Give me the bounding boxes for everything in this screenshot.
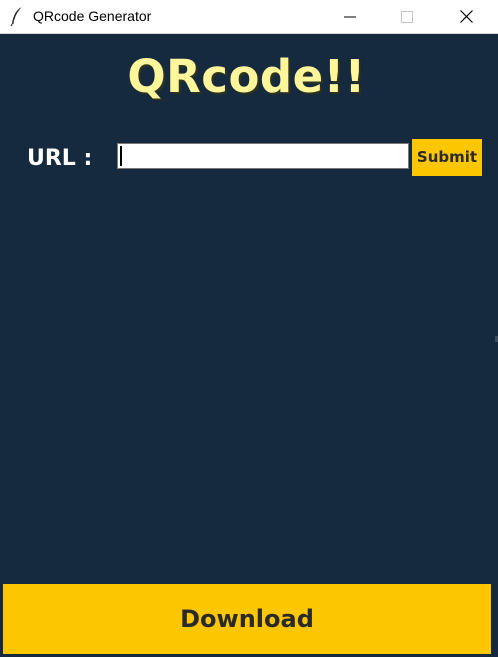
main-panel: QRcode!! URL : Submit Download	[0, 34, 498, 657]
window-title: QRcode Generator	[33, 8, 152, 24]
maximize-button[interactable]	[384, 0, 430, 33]
text-cursor	[120, 146, 122, 166]
feather-icon	[10, 6, 23, 26]
title-bar[interactable]: QRcode Generator	[0, 0, 498, 34]
url-label: URL :	[27, 146, 93, 171]
maximize-icon	[401, 10, 413, 23]
close-icon	[459, 10, 473, 23]
url-input[interactable]	[117, 143, 409, 169]
close-button[interactable]	[443, 0, 489, 33]
download-button[interactable]: Download	[3, 584, 491, 654]
minimize-button[interactable]	[327, 0, 373, 33]
submit-button[interactable]: Submit	[412, 139, 482, 176]
page-title: QRcode!!	[127, 50, 366, 103]
minimize-icon	[344, 16, 356, 17]
